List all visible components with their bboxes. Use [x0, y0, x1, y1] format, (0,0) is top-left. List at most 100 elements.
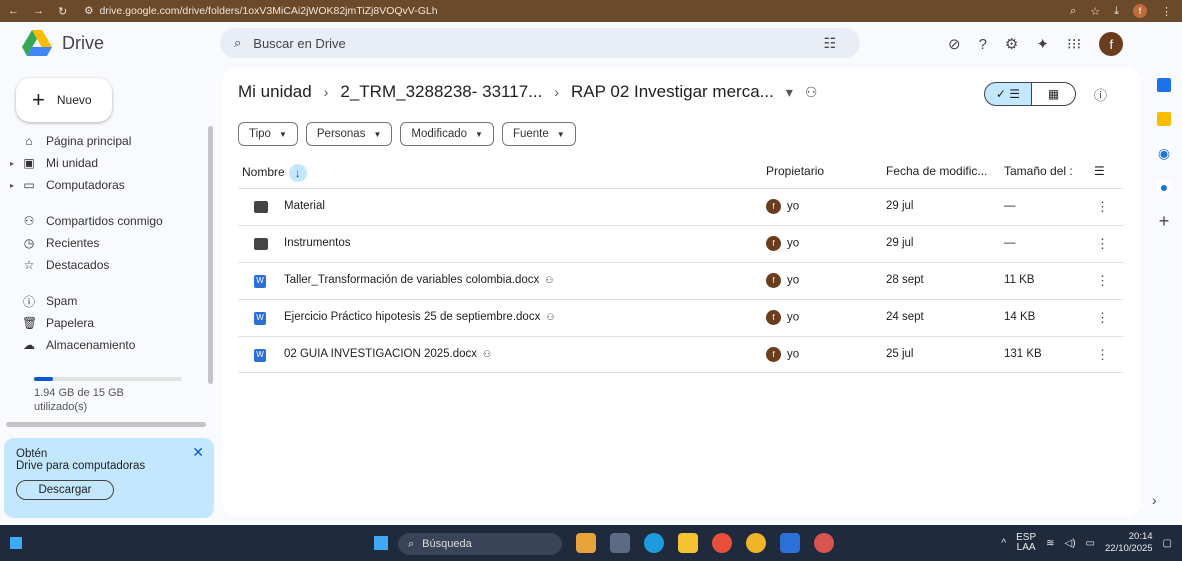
chrome-icon[interactable] — [746, 533, 766, 553]
clock[interactable]: 20:14 22/10/2025 — [1105, 531, 1153, 555]
back-icon[interactable]: ← — [8, 5, 19, 18]
sidebar-item-starred[interactable]: ☆ Destacados — [0, 254, 210, 276]
bookmark-star-icon[interactable]: ☆ — [1090, 5, 1100, 18]
storage-text: 1.94 GB de 15 GB utilizado(s) — [34, 387, 124, 413]
gemini-icon[interactable]: ✦ — [1036, 35, 1049, 53]
edge-icon[interactable] — [644, 533, 664, 553]
browser-menu-icon[interactable]: ⋮ — [1161, 5, 1172, 18]
help-icon[interactable]: ? — [979, 36, 987, 53]
sidebar-item-shared[interactable]: ⚇ Compartidos conmigo — [0, 210, 210, 232]
breadcrumb-parent-folder[interactable]: 2_TRM_3288238- 33117... — [340, 82, 542, 102]
details-info-icon[interactable]: ⓘ — [1094, 85, 1107, 104]
zoom-icon[interactable]: ⌕ — [1070, 5, 1076, 18]
widgets-icon[interactable] — [10, 537, 22, 549]
taskbar-search[interactable]: ⌕ Búsqueda — [398, 533, 562, 555]
sidebar-item-spam[interactable]: ⓘ Spam — [0, 290, 210, 312]
task-view-icon[interactable] — [610, 533, 630, 553]
sidebar: ⌂ Página principal ▸ ▣ Mi unidad ▸ ▭ Com… — [0, 130, 210, 356]
more-actions-icon[interactable]: ⋮ — [1096, 347, 1109, 363]
filter-source[interactable]: Fuente ▼ — [501, 122, 576, 146]
keep-icon[interactable] — [1157, 112, 1171, 126]
column-owner[interactable]: Propietario — [766, 164, 824, 178]
file-name[interactable]: 02 GUIA INVESTIGACION 2025.docx ⚇ — [284, 348, 491, 360]
calendar-icon[interactable] — [1157, 78, 1171, 92]
dropdown-arrow-icon[interactable]: ▾ — [786, 84, 793, 101]
more-actions-icon[interactable]: ⋮ — [1096, 236, 1109, 252]
column-modified[interactable]: Fecha de modific... — [886, 164, 987, 178]
view-toggle: ✓ ☰ ▦ — [984, 82, 1076, 106]
reload-icon[interactable]: ↻ — [58, 5, 67, 18]
chrome-profile-icon[interactable] — [814, 533, 834, 553]
settings-icon[interactable]: ⚙ — [1005, 35, 1018, 53]
sort-arrow-icon[interactable]: ↓ — [288, 164, 307, 182]
sidebar-item-my-drive[interactable]: ▸ ▣ Mi unidad — [0, 152, 210, 174]
expand-caret-icon[interactable]: ▸ — [10, 181, 14, 190]
file-name[interactable]: Instrumentos — [284, 237, 350, 249]
table-row[interactable]: Instrumentos f yo 29 jul — ⋮ — [238, 225, 1124, 262]
sidebar-item-trash[interactable]: 🗑 Papelera — [0, 312, 210, 334]
wifi-icon[interactable]: ≋ — [1046, 538, 1054, 549]
new-button[interactable]: + Nuevo — [16, 78, 112, 122]
sidebar-scrollbar[interactable] — [208, 126, 213, 384]
expand-caret-icon[interactable]: ▸ — [10, 159, 14, 168]
sidebar-item-recent[interactable]: ◷ Recientes — [0, 232, 210, 254]
drive-logo[interactable]: Drive — [22, 30, 104, 56]
search-input[interactable]: Buscar en Drive — [253, 36, 345, 51]
sidebar-horizontal-scrollbar[interactable] — [6, 422, 206, 427]
sort-options-icon[interactable]: ☰ — [1094, 164, 1105, 178]
column-name[interactable]: Nombre ↓ — [242, 164, 307, 182]
download-button[interactable]: Descargar — [16, 480, 114, 500]
grid-view-button[interactable]: ▦ — [1032, 82, 1076, 106]
table-row[interactable]: W Taller_Transformación de variables colo… — [238, 262, 1124, 299]
opera-icon[interactable] — [712, 533, 732, 553]
more-actions-icon[interactable]: ⋮ — [1096, 199, 1109, 215]
shared-folder-icon[interactable]: ⚇ — [805, 84, 818, 101]
file-name[interactable]: Taller_Transformación de variables colom… — [284, 274, 553, 286]
offline-status-icon[interactable]: ⊘ — [948, 35, 961, 53]
file-name[interactable]: Material — [284, 200, 325, 212]
system-tray: ^ ESP LAA ≋ ◁) ▭ 20:14 22/10/2025 ▢ — [1001, 531, 1172, 555]
chevron-up-icon[interactable]: ^ — [1001, 538, 1006, 549]
sidebar-item-home[interactable]: ⌂ Página principal — [0, 130, 210, 152]
account-avatar[interactable]: f — [1099, 32, 1124, 56]
filter-modified[interactable]: Modificado ▼ — [400, 122, 494, 146]
search-icon[interactable]: ⌕ — [234, 35, 241, 51]
site-info-icon[interactable]: ⚙ — [84, 5, 93, 17]
contacts-icon[interactable]: ● — [1157, 180, 1171, 194]
download-icon[interactable]: ⤓ — [1114, 5, 1119, 18]
sidebar-item-computers[interactable]: ▸ ▭ Computadoras — [0, 174, 210, 196]
word-icon[interactable] — [780, 533, 800, 553]
notifications-icon[interactable]: ▢ — [1163, 538, 1172, 549]
address-bar[interactable]: ⚙ drive.google.com/drive/folders/1oxV3Mi… — [84, 3, 1070, 19]
more-actions-icon[interactable]: ⋮ — [1096, 273, 1109, 289]
table-row[interactable]: Material f yo 29 jul — ⋮ — [238, 188, 1124, 225]
expand-panel-icon[interactable]: › — [1152, 492, 1157, 508]
volume-icon[interactable]: ◁) — [1065, 538, 1076, 549]
search-options-icon[interactable]: ☷ — [823, 35, 836, 52]
apps-grid-icon[interactable]: ⁝⁝⁝ — [1067, 35, 1081, 53]
browser-profile-avatar[interactable]: f — [1133, 4, 1147, 18]
table-row[interactable]: W 02 GUIA INVESTIGACION 2025.docx ⚇ f yo 25 j… — [238, 336, 1124, 373]
tasks-icon[interactable]: ◉ — [1157, 146, 1171, 160]
table-row[interactable]: W Ejercicio Práctico hipotesis 25 de sept… — [238, 299, 1124, 336]
windows-taskbar: ⌕ Búsqueda ^ ESP LAA ≋ ◁) ▭ 20:14 22/10/20… — [0, 525, 1182, 561]
file-name[interactable]: Ejercicio Práctico hipotesis 25 de septi… — [284, 311, 554, 323]
close-icon[interactable]: ✕ — [192, 444, 204, 461]
file-explorer-icon[interactable] — [678, 533, 698, 553]
column-size[interactable]: Tamaño del : — [1004, 164, 1073, 178]
language-indicator[interactable]: ESP LAA — [1016, 533, 1036, 553]
forward-icon[interactable]: → — [33, 5, 44, 18]
add-addon-icon[interactable]: + — [1157, 212, 1171, 230]
more-actions-icon[interactable]: ⋮ — [1096, 310, 1109, 326]
shared-icon: ⚇ — [546, 312, 555, 322]
sidebar-item-storage[interactable]: ☁ Almacenamiento — [0, 334, 210, 356]
app-icon[interactable] — [576, 533, 596, 553]
search-bar[interactable]: ⌕ Buscar en Drive ☷ — [220, 28, 860, 58]
filter-people[interactable]: Personas ▼ — [305, 122, 393, 146]
filter-type[interactable]: Tipo ▼ — [238, 122, 298, 146]
breadcrumb-current-folder[interactable]: RAP 02 Investigar merca... — [571, 82, 774, 102]
windows-start-icon[interactable] — [374, 536, 388, 550]
breadcrumb-my-drive[interactable]: Mi unidad — [238, 82, 312, 102]
list-view-button[interactable]: ✓ ☰ — [984, 82, 1032, 106]
battery-icon[interactable]: ▭ — [1086, 538, 1095, 549]
